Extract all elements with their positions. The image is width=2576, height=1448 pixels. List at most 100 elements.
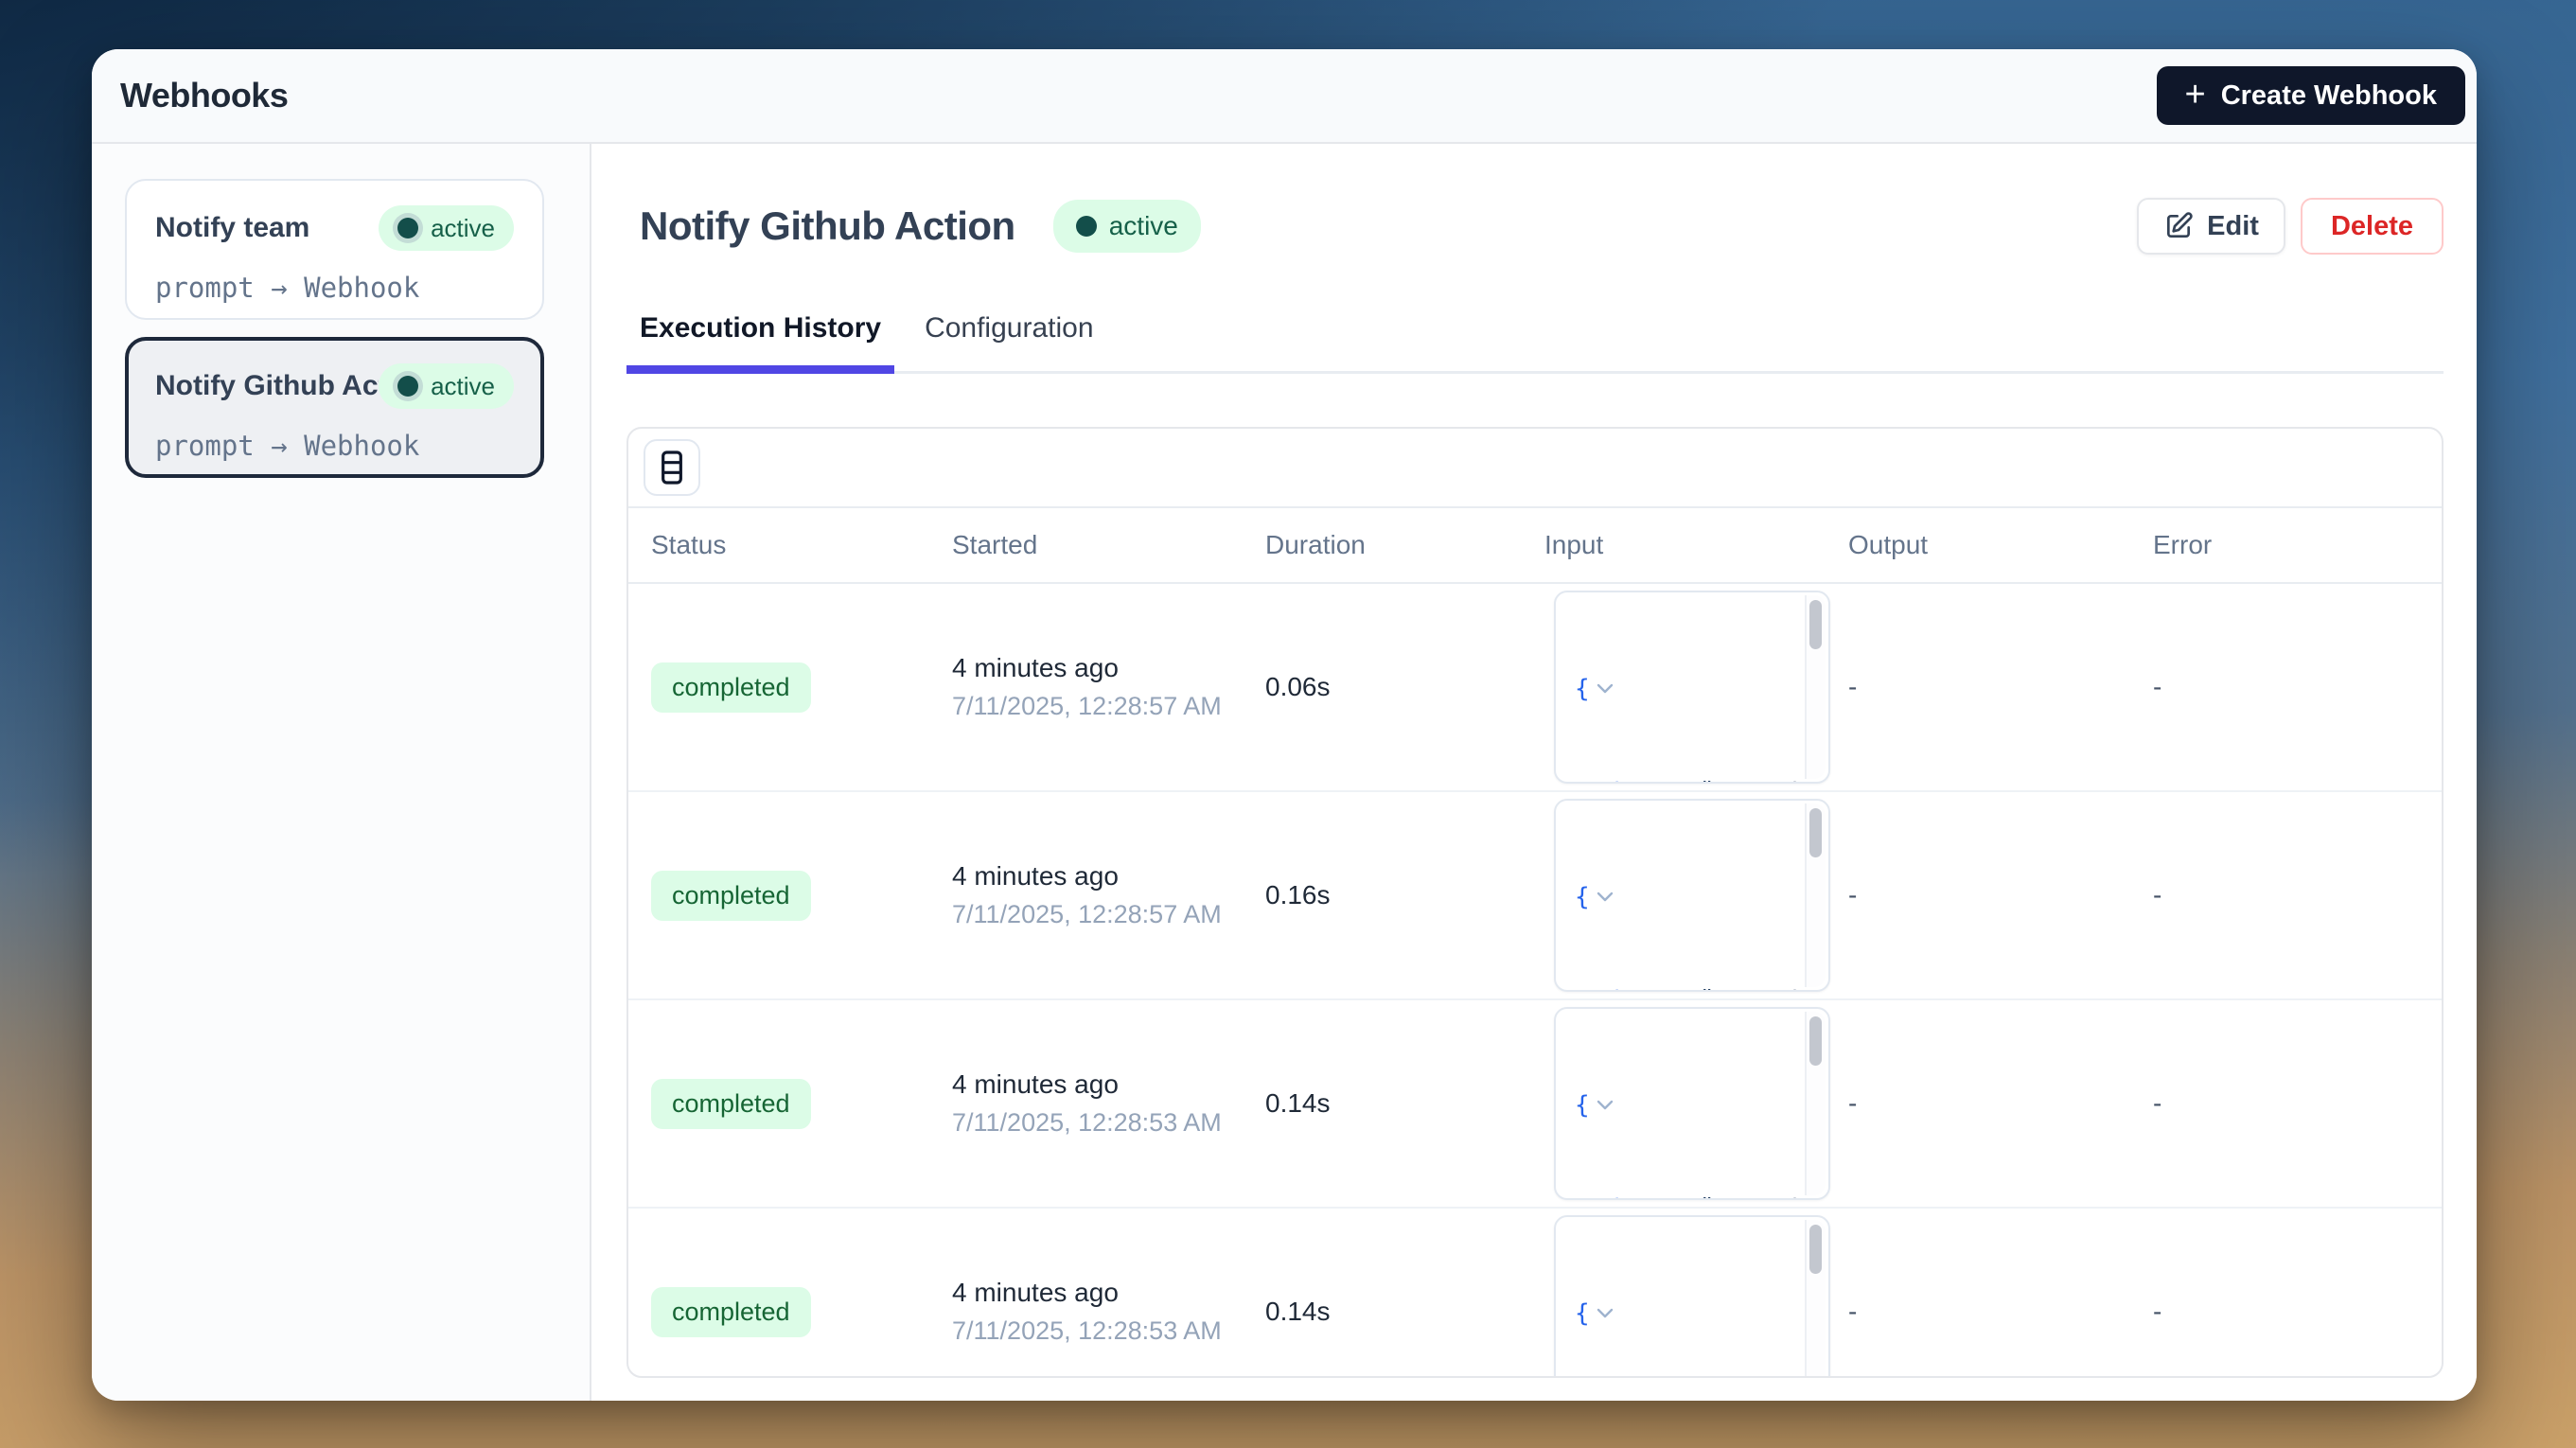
column-header-output: Output [1848, 530, 2153, 560]
json-brace-line[interactable]: { [1575, 1295, 1804, 1331]
page-title: Webhooks [120, 76, 288, 115]
status-dot-icon [397, 218, 418, 238]
scrollbar-thumb[interactable] [1809, 1225, 1822, 1274]
scrollbar-thumb[interactable] [1809, 1016, 1822, 1066]
pencil-square-icon [2163, 211, 2194, 241]
status-cell: completed [651, 662, 952, 713]
output-cell: - [1848, 672, 2153, 702]
scrollbar-track[interactable] [1805, 1220, 1826, 1378]
duration-cell: 0.06s [1265, 672, 1544, 702]
input-json-viewer[interactable]: { type: "prompt-version"promptId:"f3453f… [1554, 799, 1830, 992]
error-cell: - [2153, 672, 2442, 702]
duration-cell: 0.14s [1265, 1297, 1544, 1327]
scrollbar-track[interactable] [1805, 595, 1826, 779]
started-cell: 4 minutes ago 7/11/2025, 12:28:53 AM [952, 1069, 1265, 1138]
completed-badge: completed [651, 1079, 811, 1129]
webhook-list-sidebar: Notify team active prompt → Webhook Noti… [92, 144, 591, 1401]
sidebar-webhook-item[interactable]: Notify Github Acti... active prompt → We… [125, 337, 544, 478]
sidebar-webhook-item[interactable]: Notify team active prompt → Webhook [125, 179, 544, 320]
execution-table-row[interactable]: completed 4 minutes ago 7/11/2025, 12:28… [628, 584, 2442, 792]
sidebar-item-top: Notify Github Acti... active [155, 363, 514, 409]
started-relative: 4 minutes ago [952, 653, 1265, 683]
input-cell: { type: "prompt-version"promptId:"a8ad50… [1544, 591, 1848, 784]
status-cell: completed [651, 1287, 952, 1337]
execution-table-row[interactable]: completed 4 minutes ago 7/11/2025, 12:28… [628, 792, 2442, 1000]
status-cell: completed [651, 1079, 952, 1129]
error-cell: - [2153, 880, 2442, 910]
table-toolbar [628, 429, 2442, 508]
error-cell: - [2153, 1297, 2442, 1327]
column-header-started: Started [952, 530, 1265, 560]
completed-badge: completed [651, 662, 811, 713]
input-json-code: { type: "prompt-version"promptId:"a8ad50… [1556, 592, 1828, 784]
input-cell: { type: "prompt-version"promptId:"cm2fd5… [1544, 1007, 1848, 1200]
chevron-down-icon [1596, 673, 1614, 701]
webhooks-app-window: Webhooks + Create Webhook Notify team ac… [92, 49, 2477, 1401]
started-absolute: 7/11/2025, 12:28:53 AM [952, 1108, 1265, 1138]
json-line: type: "prompt- [1575, 982, 1804, 992]
status-badge: active [379, 205, 514, 251]
json-brace-line[interactable]: { [1575, 1086, 1804, 1122]
detail-tabs: Execution History Configuration [626, 293, 2444, 374]
column-header-input: Input [1544, 530, 1848, 560]
webhook-name: Notify team [155, 212, 309, 244]
json-brace-line[interactable]: { [1575, 670, 1804, 706]
webhook-title: Notify Github Action [640, 203, 1015, 249]
json-brace-line[interactable]: { [1575, 878, 1804, 914]
column-header-status: Status [651, 530, 952, 560]
tab-configuration[interactable]: Configuration [911, 293, 1106, 374]
chevron-down-icon [1596, 881, 1614, 909]
scrollbar-thumb[interactable] [1809, 808, 1822, 857]
output-cell: - [1848, 880, 2153, 910]
output-cell: - [1848, 1297, 2153, 1327]
plus-icon: + [2185, 77, 2206, 113]
status-badge-label: active [431, 214, 495, 243]
webhook-detail-main: Notify Github Action active Edit [591, 144, 2477, 1401]
delete-button[interactable]: Delete [2301, 198, 2444, 255]
execution-table-row[interactable]: completed 4 minutes ago 7/11/2025, 12:28… [628, 1000, 2442, 1209]
started-relative: 4 minutes ago [952, 1278, 1265, 1308]
column-header-duration: Duration [1265, 530, 1544, 560]
status-cell: completed [651, 871, 952, 921]
input-cell: { type: "prompt-version"promptId:"ec87a5… [1544, 1215, 1848, 1378]
execution-table-row[interactable]: completed 4 minutes ago 7/11/2025, 12:28… [628, 1209, 2442, 1378]
status-badge-label: active [431, 372, 495, 401]
input-json-code: { type: "prompt-version"promptId:"f3453f… [1556, 801, 1828, 992]
scrollbar-track[interactable] [1805, 1012, 1826, 1195]
execution-history-panel: Status Started Duration Input Output Err… [626, 427, 2444, 1378]
column-header-error: Error [2153, 530, 2442, 560]
chevron-down-icon [1596, 1298, 1614, 1326]
create-webhook-label: Create Webhook [2221, 80, 2437, 112]
table-view-button[interactable] [644, 439, 700, 496]
error-cell: - [2153, 1088, 2442, 1119]
table-rows-icon [657, 449, 687, 486]
input-json-viewer[interactable]: { type: "prompt-version"promptId:"cm2fd5… [1554, 1007, 1830, 1200]
detail-header: Notify Github Action active Edit [626, 193, 2444, 259]
output-cell: - [1848, 1088, 2153, 1119]
app-header: Webhooks + Create Webhook [92, 49, 2477, 144]
started-cell: 4 minutes ago 7/11/2025, 12:28:57 AM [952, 861, 1265, 929]
webhook-route: prompt → Webhook [155, 272, 514, 304]
edit-button[interactable]: Edit [2137, 198, 2285, 255]
input-json-viewer[interactable]: { type: "prompt-version"promptId:"a8ad50… [1554, 591, 1830, 784]
tab-execution-history[interactable]: Execution History [626, 293, 894, 374]
completed-badge: completed [651, 1287, 811, 1337]
sidebar-item-top: Notify team active [155, 205, 514, 251]
scrollbar-thumb[interactable] [1809, 600, 1822, 649]
table-header-row: Status Started Duration Input Output Err… [628, 508, 2442, 584]
started-cell: 4 minutes ago 7/11/2025, 12:28:53 AM [952, 1278, 1265, 1346]
duration-cell: 0.14s [1265, 1088, 1544, 1119]
json-line: type: "prompt- [1575, 774, 1804, 784]
app-body: Notify team active prompt → Webhook Noti… [92, 144, 2477, 1401]
completed-badge: completed [651, 871, 811, 921]
webhook-route: prompt → Webhook [155, 430, 514, 462]
create-webhook-button[interactable]: + Create Webhook [2157, 66, 2466, 125]
scrollbar-track[interactable] [1805, 803, 1826, 987]
input-json-viewer[interactable]: { type: "prompt-version"promptId:"ec87a5… [1554, 1215, 1830, 1378]
json-line: type: "prompt- [1575, 1191, 1804, 1200]
webhook-name: Notify Github Acti... [155, 370, 379, 402]
duration-cell: 0.16s [1265, 880, 1544, 910]
desktop-background: { "app": { "title": "Webhooks", "create_… [0, 0, 2576, 1448]
started-absolute: 7/11/2025, 12:28:53 AM [952, 1316, 1265, 1346]
status-badge: active [379, 363, 514, 409]
